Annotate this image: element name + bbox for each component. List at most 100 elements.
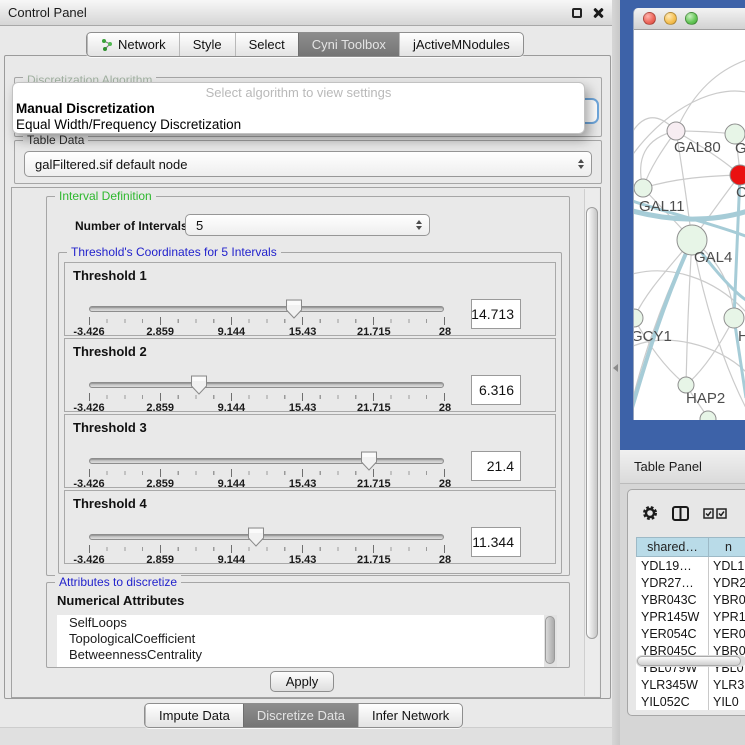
table-panel-region: Table Panel: [620, 450, 745, 745]
close-icon[interactable]: [592, 7, 604, 19]
network-canvas-svg[interactable]: GAL80GACGAL11GAL4GCY1HHAP2: [634, 30, 745, 420]
table-cell[interactable]: YPR145W: [636, 608, 709, 625]
network-edge[interactable]: [643, 175, 740, 188]
network-window-titlebar[interactable]: [634, 8, 745, 30]
float-window-icon[interactable]: [572, 8, 582, 18]
threshold-value-field[interactable]: 11.344: [471, 527, 521, 557]
attribute-item[interactable]: SelfLoops: [57, 615, 557, 631]
table-cell[interactable]: YDR27…: [636, 574, 709, 591]
network-node-label: C: [736, 184, 745, 201]
checked-checkbox-icon[interactable]: [716, 508, 727, 519]
bottom-tab[interactable]: Discretize Data: [243, 704, 358, 727]
slider-thumb[interactable]: [285, 299, 302, 319]
vertical-scrollbar[interactable]: [584, 189, 599, 696]
table-cell[interactable]: YDL1: [709, 557, 745, 574]
network-edge[interactable]: [643, 131, 676, 188]
traffic-light-zoom-icon[interactable]: [685, 12, 698, 25]
apply-button[interactable]: Apply: [270, 671, 334, 692]
top-tab[interactable]: Select: [235, 33, 298, 56]
list-scrollbar[interactable]: [544, 615, 557, 667]
network-node[interactable]: [634, 179, 652, 197]
table-cell[interactable]: YLR3: [709, 676, 745, 693]
slider-track[interactable]: [89, 382, 444, 388]
table-row[interactable]: YBR043C YBR0: [636, 591, 745, 608]
slider-ticks: [89, 469, 446, 477]
table-row[interactable]: YLR345W YLR3: [636, 676, 745, 693]
attribute-item[interactable]: BetweennessCentrality: [57, 647, 557, 663]
threshold-panel: Threshold 4 -3.4262.8599.14415.4321.7152…: [64, 490, 556, 564]
table-row[interactable]: YDL19… YDL1: [636, 557, 745, 574]
dropdown-option[interactable]: Equal Width/Frequency Discretization: [13, 117, 584, 133]
network-edge[interactable]: [686, 240, 692, 385]
top-tab[interactable]: Style: [179, 33, 235, 56]
table-header-row: shared… n: [636, 537, 745, 557]
table-cell[interactable]: YLR345W: [636, 676, 709, 693]
tick-label: 9.144: [218, 326, 246, 338]
attributes-group: Attributes to discretize Numerical Attri…: [46, 582, 570, 668]
table-row[interactable]: YIL052C YIL0: [636, 693, 745, 710]
bottom-tab[interactable]: Impute Data: [145, 704, 243, 727]
bottom-tab[interactable]: Infer Network: [358, 704, 462, 727]
network-node[interactable]: [700, 411, 716, 420]
slider-track[interactable]: [89, 306, 444, 312]
threshold-value-field[interactable]: 14.713: [471, 299, 521, 329]
scrollbar-thumb[interactable]: [637, 656, 741, 666]
table-cell[interactable]: YDR2: [709, 574, 745, 591]
scrollbar-thumb[interactable]: [545, 616, 555, 664]
gear-icon[interactable]: [642, 505, 658, 521]
table-cell[interactable]: YIL0: [709, 693, 745, 710]
tick-label: 15.43: [289, 402, 317, 414]
table-cell[interactable]: YER054C: [636, 625, 709, 642]
table-row[interactable]: YER054C YER0: [636, 625, 745, 642]
tick-label: 21.715: [357, 554, 391, 566]
slider-ticks: [89, 393, 446, 401]
top-tab[interactable]: Network: [87, 33, 179, 56]
slider-thumb[interactable]: [247, 527, 264, 547]
split-columns-icon[interactable]: [672, 506, 689, 521]
panel-divider[interactable]: [612, 0, 620, 745]
collapse-arrow-icon[interactable]: [613, 364, 618, 372]
table-cell[interactable]: YBR043C: [636, 591, 709, 608]
network-node[interactable]: [667, 122, 685, 140]
column-header[interactable]: n: [709, 537, 745, 557]
network-node[interactable]: [634, 309, 643, 327]
number-of-intervals-combobox[interactable]: 5: [185, 214, 430, 236]
table-cell[interactable]: YDL19…: [636, 557, 709, 574]
column-header[interactable]: shared…: [636, 537, 709, 557]
attribute-item[interactable]: TopologicalCoefficient: [57, 631, 557, 647]
table-row[interactable]: YDR27… YDR2: [636, 574, 745, 591]
tick-labels-row: -3.4262.8599.14415.4321.71528: [89, 402, 445, 413]
number-of-intervals-value: 5: [196, 218, 203, 233]
table-cell[interactable]: YBR0: [709, 591, 745, 608]
network-node[interactable]: [724, 308, 744, 328]
network-icon: [101, 38, 113, 51]
threshold-value-field[interactable]: 6.316: [471, 375, 521, 405]
slider-thumb[interactable]: [361, 451, 378, 471]
slider-track[interactable]: [89, 458, 444, 464]
threshold-value-field[interactable]: 21.4: [471, 451, 521, 481]
slider-thumb[interactable]: [191, 375, 208, 395]
traffic-light-minimize-icon[interactable]: [664, 12, 677, 25]
traffic-light-close-icon[interactable]: [643, 12, 656, 25]
network-edge[interactable]: [686, 318, 734, 385]
tick-label: 28: [439, 402, 451, 414]
top-tab[interactable]: jActiveMNodules: [399, 33, 523, 56]
checked-checkbox-icon[interactable]: [703, 508, 714, 519]
slider-track[interactable]: [89, 534, 444, 540]
table-cell[interactable]: YIL052C: [636, 693, 709, 710]
dropdown-option[interactable]: Manual Discretization: [13, 101, 584, 117]
table-row[interactable]: YPR145W YPR1: [636, 608, 745, 625]
tick-label: 21.715: [357, 326, 391, 338]
dropdown-hint: Select algorithm to view settings: [13, 85, 584, 101]
network-canvas[interactable]: GAL80GACGAL11GAL4GCY1HHAP2: [634, 30, 745, 420]
scrollbar-thumb[interactable]: [586, 207, 598, 639]
table-cell[interactable]: YPR1: [709, 608, 745, 625]
network-edge[interactable]: [676, 60, 745, 131]
table-data-combobox-value: galFiltered.sif default node: [35, 157, 187, 172]
table-cell[interactable]: YER0: [709, 625, 745, 642]
horizontal-scrollbar[interactable]: [636, 655, 745, 667]
table-data-combobox[interactable]: galFiltered.sif default node: [24, 151, 592, 177]
tick-label: -3.426: [73, 326, 104, 338]
network-node[interactable]: [730, 165, 745, 185]
top-tab[interactable]: Cyni Toolbox: [298, 33, 399, 56]
